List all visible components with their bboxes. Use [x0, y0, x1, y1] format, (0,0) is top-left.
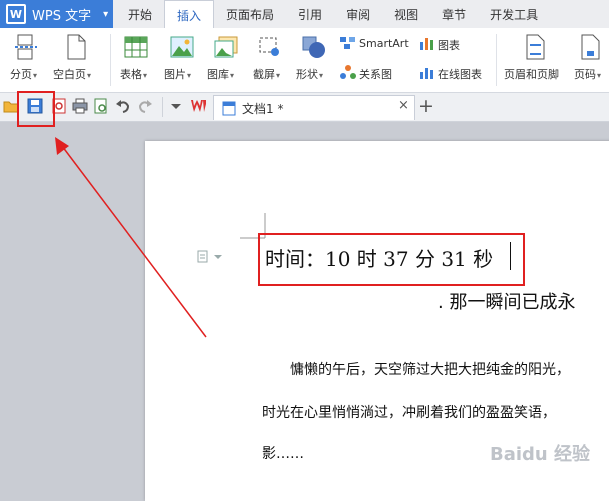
annotation-arrow: [55, 137, 207, 338]
watermark-text: Baidu 经验: [490, 444, 591, 465]
watermark: Baidu 经验: [490, 440, 609, 480]
